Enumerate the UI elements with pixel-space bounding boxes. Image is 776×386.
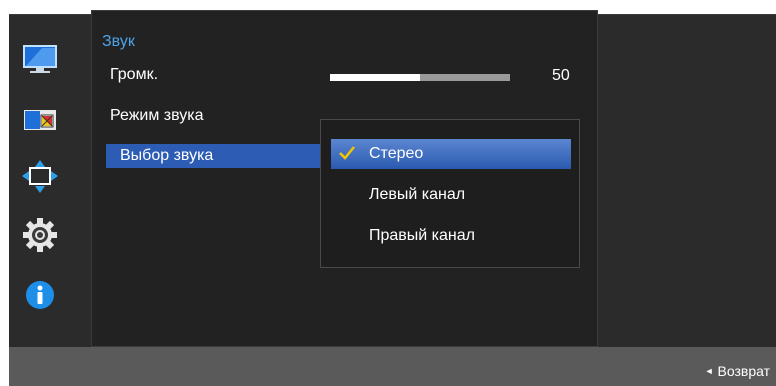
volume-value: 50 <box>552 67 570 84</box>
menu-item-sound-select[interactable]: Выбор звука <box>106 144 322 168</box>
option-label: Правый канал <box>369 227 475 244</box>
back-label: Возврат <box>717 363 771 379</box>
menu-title: Звук <box>102 33 135 50</box>
menu-item-label: Режим звука <box>110 107 204 124</box>
menu-item-label: Громк. <box>110 66 159 83</box>
menu-item-sound-mode[interactable]: Режим звука <box>110 107 204 125</box>
sidebar <box>9 14 92 348</box>
volume-slider[interactable] <box>330 74 510 81</box>
option-label: Стерео <box>369 145 424 162</box>
option-stereo[interactable]: Стерео <box>331 139 571 169</box>
information-icon[interactable] <box>20 277 60 313</box>
menu-item-label: Выбор звука <box>120 147 214 164</box>
option-right-channel[interactable]: Правый канал <box>331 221 571 251</box>
sound-select-dropdown: Стерео Левый канал Правый канал <box>320 119 580 268</box>
osd-screen: Звук Громк. 50 Режим звука Выбор звука С… <box>0 0 776 386</box>
right-panel <box>598 14 776 348</box>
footer-bar: ◄ Возврат <box>9 347 776 386</box>
checkmark-icon <box>339 146 355 160</box>
option-label: Левый канал <box>369 186 466 203</box>
monitor-picture-icon[interactable] <box>20 41 60 77</box>
menu-item-volume[interactable]: Громк. <box>110 66 158 84</box>
option-left-channel[interactable]: Левый канал <box>331 180 571 210</box>
back-arrow-icon: ◄ <box>704 366 714 376</box>
back-button[interactable]: ◄ Возврат <box>705 363 770 379</box>
position-icon[interactable] <box>20 159 60 195</box>
volume-slider-fill <box>330 74 420 81</box>
color-icon[interactable] <box>20 101 60 137</box>
settings-gear-icon[interactable] <box>20 217 60 253</box>
